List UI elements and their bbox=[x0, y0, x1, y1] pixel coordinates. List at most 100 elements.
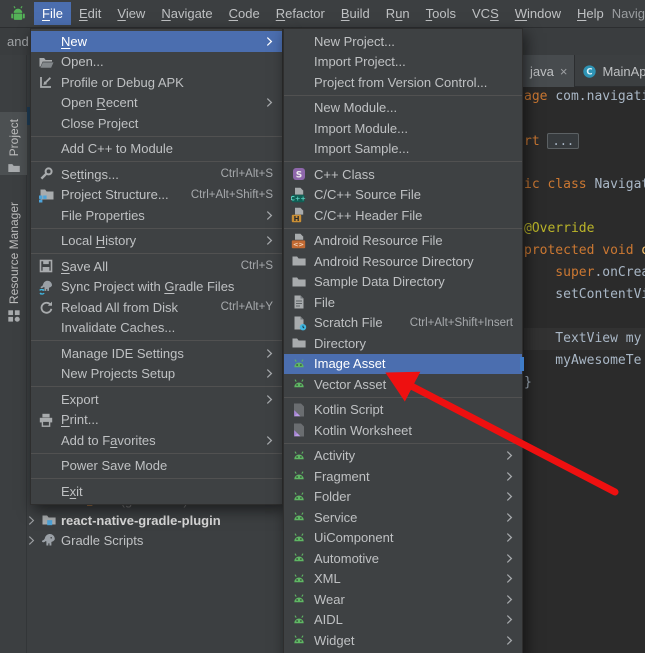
menu-bar: FileEditViewNavigateCodeRefactorBuildRun… bbox=[0, 0, 645, 28]
menubar-item-navigate[interactable]: Navigate bbox=[153, 2, 220, 25]
menu-item-image-asset[interactable]: Image Asset bbox=[284, 354, 522, 375]
menubar-item-vcs[interactable]: VCS bbox=[464, 2, 507, 25]
profiler-icon bbox=[38, 74, 54, 90]
menu-item-new[interactable]: New bbox=[31, 31, 282, 52]
menu-item-service[interactable]: Service bbox=[284, 507, 522, 528]
menu-item-uicomponent[interactable]: UiComponent bbox=[284, 528, 522, 549]
menu-item-open[interactable]: Open... bbox=[31, 52, 282, 73]
menu-item-import-module[interactable]: Import Module... bbox=[284, 118, 522, 139]
menu-item-project-from-version-control[interactable]: Project from Version Control... bbox=[284, 72, 522, 93]
java-class-icon bbox=[582, 64, 597, 79]
menubar-item-tools[interactable]: Tools bbox=[418, 2, 464, 25]
menu-item-open-recent[interactable]: Open Recent bbox=[31, 93, 282, 114]
menu-item-label: Activity bbox=[314, 448, 355, 463]
menu-item-settings[interactable]: Settings...Ctrl+Alt+S bbox=[31, 164, 282, 185]
chevron-right-icon[interactable] bbox=[28, 535, 35, 546]
menu-item-vector-asset[interactable]: Vector Asset bbox=[284, 374, 522, 395]
close-icon[interactable]: × bbox=[560, 64, 568, 79]
tool-window-button-project[interactable]: Project bbox=[0, 112, 27, 175]
menu-item-save-all[interactable]: Save AllCtrl+S bbox=[31, 256, 282, 277]
menu-item-label: Kotlin Worksheet bbox=[314, 423, 412, 438]
menubar-item-run[interactable]: Run bbox=[378, 2, 418, 25]
menu-item-add-c-to-module[interactable]: Add C++ to Module bbox=[31, 139, 282, 160]
menu-item-import-sample[interactable]: Import Sample... bbox=[284, 139, 522, 160]
code-editor[interactable]: age com.navigati rt ... ic class Navigat… bbox=[524, 86, 645, 394]
menu-item-c-c-header-file[interactable]: C/C++ Header File bbox=[284, 205, 522, 226]
menu-item-sample-data-directory[interactable]: Sample Data Directory bbox=[284, 272, 522, 293]
folder-icon bbox=[291, 253, 307, 269]
menu-item-label: Sync Project with Gradle Files bbox=[61, 279, 234, 294]
menubar-item-edit[interactable]: Edit bbox=[71, 2, 109, 25]
editor-tab-java[interactable]: java × bbox=[523, 55, 575, 87]
menu-item-automotive[interactable]: Automotive bbox=[284, 548, 522, 569]
menu-item-label: C++ Class bbox=[314, 167, 375, 182]
menu-separator bbox=[31, 340, 282, 341]
menu-separator bbox=[31, 228, 282, 229]
submenu-arrow-icon bbox=[266, 235, 273, 246]
menu-item-xml[interactable]: XML bbox=[284, 569, 522, 590]
menu-item-local-history[interactable]: Local History bbox=[31, 231, 282, 252]
menu-item-invalidate-caches[interactable]: Invalidate Caches... bbox=[31, 318, 282, 339]
tree-item-gradle-scripts[interactable]: Gradle Scripts bbox=[0, 530, 283, 550]
menu-item-c-c-source-file[interactable]: C/C++ Source File bbox=[284, 185, 522, 206]
menu-item-folder[interactable]: Folder bbox=[284, 487, 522, 508]
menu-item-export[interactable]: Export bbox=[31, 389, 282, 410]
menu-item-label: New Project... bbox=[314, 34, 395, 49]
menu-item-file[interactable]: File bbox=[284, 292, 522, 313]
menu-item-new-project[interactable]: New Project... bbox=[284, 31, 522, 52]
submenu-arrow-icon bbox=[506, 594, 513, 605]
menu-item-exit[interactable]: Exit bbox=[31, 481, 282, 502]
menu-item-label: Invalidate Caches... bbox=[61, 320, 175, 335]
menu-item-label: Save All bbox=[61, 259, 108, 274]
menubar-item-build[interactable]: Build bbox=[333, 2, 378, 25]
menu-item-activity[interactable]: Activity bbox=[284, 446, 522, 467]
menu-item-manage-ide-settings[interactable]: Manage IDE Settings bbox=[31, 343, 282, 364]
folder-open-icon bbox=[38, 54, 54, 70]
menu-item-wear[interactable]: Wear bbox=[284, 589, 522, 610]
menu-item-widget[interactable]: Widget bbox=[284, 630, 522, 651]
menu-item-android-resource-file[interactable]: Android Resource File bbox=[284, 231, 522, 252]
menu-item-reload-all-from-disk[interactable]: Reload All from DiskCtrl+Alt+Y bbox=[31, 297, 282, 318]
menu-item-close-project[interactable]: Close Project bbox=[31, 113, 282, 134]
menu-item-print[interactable]: Print... bbox=[31, 410, 282, 431]
menubar-item-view[interactable]: View bbox=[109, 2, 153, 25]
menu-item-power-save-mode[interactable]: Power Save Mode bbox=[31, 456, 282, 477]
menu-item-label: Project from Version Control... bbox=[314, 75, 487, 90]
menu-item-fragment[interactable]: Fragment bbox=[284, 466, 522, 487]
chevron-right-icon[interactable] bbox=[28, 515, 35, 526]
editor-tab-mainapp[interactable]: MainApp bbox=[575, 55, 645, 87]
menu-item-label: Profile or Debug APK bbox=[61, 75, 184, 90]
menubar-item-file[interactable]: File bbox=[34, 2, 71, 25]
tree-item-react-native-gradle-plugin[interactable]: react-native-gradle-plugin bbox=[0, 510, 283, 530]
menu-shortcut: Ctrl+Alt+Y bbox=[209, 301, 273, 313]
menubar-item-window[interactable]: Window bbox=[507, 2, 569, 25]
menu-item-android-resource-directory[interactable]: Android Resource Directory bbox=[284, 251, 522, 272]
menu-item-new-projects-setup[interactable]: New Projects Setup bbox=[31, 364, 282, 385]
menu-item-kotlin-worksheet[interactable]: Kotlin Worksheet bbox=[284, 420, 522, 441]
folder-icon bbox=[7, 161, 21, 175]
menu-item-label: Wear bbox=[314, 592, 345, 607]
breadcrumb[interactable]: and bbox=[7, 34, 30, 49]
menubar-item-help[interactable]: Help bbox=[569, 2, 612, 25]
menu-item-label: XML bbox=[314, 571, 341, 586]
tool-window-button-resource-manager[interactable]: Resource Manager bbox=[0, 183, 27, 323]
menu-item-project-structure[interactable]: Project Structure...Ctrl+Alt+Shift+S bbox=[31, 185, 282, 206]
menu-item-profile-or-debug-apk[interactable]: Profile or Debug APK bbox=[31, 72, 282, 93]
menu-item-kotlin-script[interactable]: Kotlin Script bbox=[284, 400, 522, 421]
menu-item-label: Fragment bbox=[314, 469, 370, 484]
menubar-item-refactor[interactable]: Refactor bbox=[268, 2, 333, 25]
code-line: myAwesomeTe bbox=[524, 350, 645, 372]
menu-item-new-module[interactable]: New Module... bbox=[284, 98, 522, 119]
menu-item-aidl[interactable]: AIDL bbox=[284, 610, 522, 631]
menu-item-add-to-favorites[interactable]: Add to Favorites bbox=[31, 430, 282, 451]
menu-item-directory[interactable]: Directory bbox=[284, 333, 522, 354]
menu-item-sync-project-with-gradle-files[interactable]: Sync Project with Gradle Files bbox=[31, 277, 282, 298]
menubar-item-code[interactable]: Code bbox=[221, 2, 268, 25]
menu-item-file-properties[interactable]: File Properties bbox=[31, 205, 282, 226]
menu-item-scratch-file[interactable]: Scratch FileCtrl+Alt+Shift+Insert bbox=[284, 313, 522, 334]
menu-item-import-project[interactable]: Import Project... bbox=[284, 52, 522, 73]
menu-item-c-class[interactable]: C++ Class bbox=[284, 164, 522, 185]
android-icon bbox=[291, 591, 307, 607]
menu-separator bbox=[31, 161, 282, 162]
no-icon bbox=[38, 115, 54, 131]
